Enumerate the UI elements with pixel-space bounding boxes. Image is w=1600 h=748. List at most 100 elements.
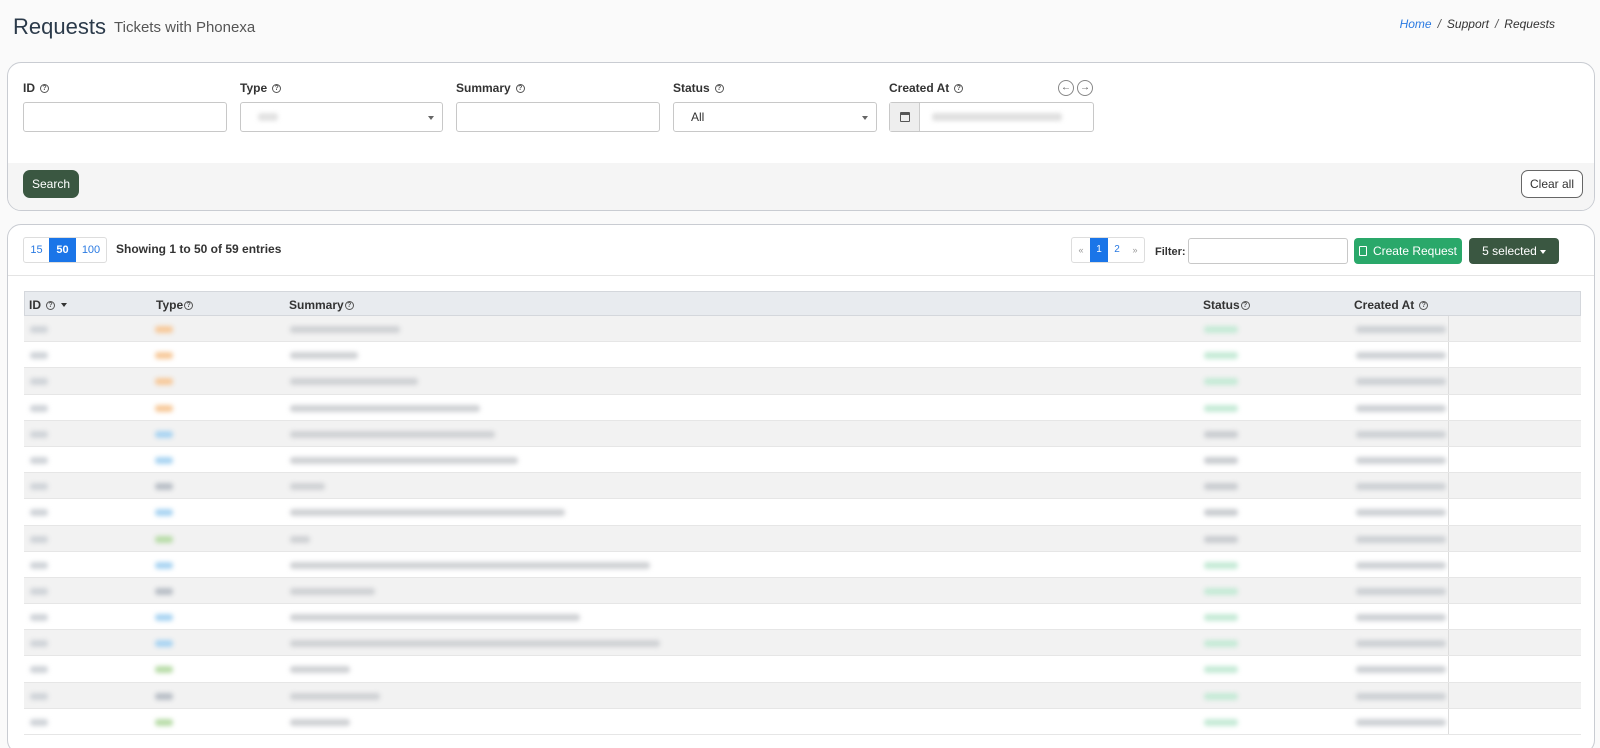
cell-summary <box>290 561 650 569</box>
cell-created-at <box>1356 692 1446 700</box>
id-input[interactable] <box>23 102 227 132</box>
cell-summary <box>290 509 565 517</box>
cell-id <box>30 378 48 386</box>
table-row[interactable] <box>24 446 1581 474</box>
cell-status <box>1204 718 1238 726</box>
table-row[interactable] <box>24 682 1581 709</box>
cell-created-at <box>1356 587 1446 595</box>
help-icon[interactable]: ? <box>1240 300 1250 310</box>
help-icon[interactable]: ? <box>46 300 55 310</box>
column-header-summary[interactable]: Summary? <box>289 298 354 312</box>
breadcrumb-support-link[interactable]: Support <box>1447 17 1489 31</box>
page-subtitle: Tickets with Phonexa <box>114 19 256 36</box>
entries-info: Showing 1 to 50 of 59 entries <box>116 242 282 256</box>
cell-type <box>155 718 173 726</box>
help-icon[interactable]: ? <box>344 300 354 310</box>
help-icon[interactable]: ? <box>954 83 964 93</box>
table-row[interactable] <box>24 630 1581 657</box>
cell-status <box>1204 509 1238 517</box>
cell-type <box>155 587 173 595</box>
type-select-value <box>258 113 278 121</box>
requests-table: ID? Type? Summary? Status? Created At? <box>24 291 1581 735</box>
status-select[interactable]: All <box>673 102 877 132</box>
table-filter-input[interactable] <box>1188 238 1348 264</box>
page-size-option[interactable]: 100 <box>76 238 106 262</box>
help-icon[interactable]: ? <box>515 83 525 93</box>
cell-summary <box>290 640 660 648</box>
table-row[interactable] <box>24 394 1581 421</box>
column-header-created-at[interactable]: Created At? <box>1354 298 1429 312</box>
column-header-type[interactable]: Type? <box>156 298 194 312</box>
type-filter-label: Type <box>240 81 268 95</box>
cell-status <box>1204 352 1238 360</box>
breadcrumb-home-link[interactable]: Home <box>1400 17 1432 31</box>
table-row[interactable] <box>24 473 1581 500</box>
arrow-right-icon[interactable]: → <box>1077 80 1093 96</box>
cell-type <box>155 326 173 333</box>
table-row[interactable] <box>24 577 1581 605</box>
help-icon[interactable]: ? <box>714 83 724 93</box>
table-row[interactable] <box>24 342 1581 369</box>
cell-summary <box>290 352 358 360</box>
help-icon[interactable]: ? <box>40 83 49 93</box>
id-filter-label: ID <box>23 81 35 95</box>
cell-status <box>1204 666 1238 674</box>
columns-selected-button[interactable]: 5 selected <box>1469 238 1559 264</box>
cell-type <box>155 404 173 412</box>
sort-desc-icon[interactable] <box>61 303 67 307</box>
type-filter-group: Type? <box>240 81 282 95</box>
table-row[interactable] <box>24 525 1581 552</box>
cell-type <box>155 456 173 464</box>
page-size-option[interactable]: 15 <box>24 238 49 262</box>
type-select[interactable] <box>240 102 443 132</box>
cell-id <box>30 352 48 360</box>
table-row[interactable] <box>24 499 1581 526</box>
cell-created-at <box>1356 640 1446 648</box>
clear-all-button[interactable]: Clear all <box>1521 170 1583 198</box>
table-row[interactable] <box>24 316 1581 343</box>
row-trailing-cell <box>1448 551 1581 577</box>
created-date-range[interactable] <box>889 102 1094 132</box>
cell-summary <box>290 614 580 622</box>
pagination-page-active[interactable]: 1 <box>1090 238 1108 262</box>
help-icon[interactable]: ? <box>272 83 282 93</box>
row-trailing-cell <box>1448 316 1581 342</box>
cell-created-at <box>1356 404 1446 412</box>
pagination-page[interactable]: 2 <box>1108 238 1126 262</box>
cell-status <box>1204 535 1238 543</box>
row-trailing-cell <box>1448 525 1581 551</box>
pagination-next[interactable]: » <box>1126 238 1144 262</box>
page-size-option-active[interactable]: 50 <box>49 238 76 262</box>
filter-footer: Search Clear all <box>8 163 1594 210</box>
summary-filter-group: Summary? <box>456 81 525 95</box>
table-row[interactable] <box>24 604 1581 631</box>
calendar-addon[interactable] <box>890 103 920 131</box>
date-range-value <box>932 113 1062 121</box>
id-filter-group: ID? <box>23 81 49 95</box>
column-header-id[interactable]: ID? <box>29 298 67 312</box>
help-icon[interactable]: ? <box>1419 300 1429 310</box>
cell-id <box>30 456 48 464</box>
table-row[interactable] <box>24 420 1581 447</box>
help-icon[interactable]: ? <box>184 300 194 310</box>
row-trailing-cell <box>1448 656 1581 682</box>
cell-status <box>1204 614 1238 622</box>
column-header-status[interactable]: Status? <box>1203 298 1250 312</box>
cell-id <box>30 614 48 622</box>
cell-status <box>1204 456 1238 464</box>
arrow-left-icon[interactable]: ← <box>1058 80 1074 96</box>
table-row[interactable] <box>24 656 1581 683</box>
status-filter-group: Status? <box>673 81 724 95</box>
table-row[interactable] <box>24 551 1581 578</box>
pagination-prev[interactable]: « <box>1072 238 1090 262</box>
row-trailing-cell <box>1448 446 1581 473</box>
table-row[interactable] <box>24 368 1581 395</box>
status-filter-label: Status <box>673 81 710 95</box>
summary-input[interactable] <box>456 102 660 132</box>
cell-type <box>155 561 173 569</box>
table-row[interactable] <box>24 708 1581 735</box>
search-button[interactable]: Search <box>23 170 79 198</box>
breadcrumb: Home / Support / Requests <box>1400 17 1555 31</box>
filter-panel: ID? Type? Summary? Status? Created At? ←… <box>7 62 1595 211</box>
create-request-button[interactable]: Create Request <box>1354 238 1462 264</box>
